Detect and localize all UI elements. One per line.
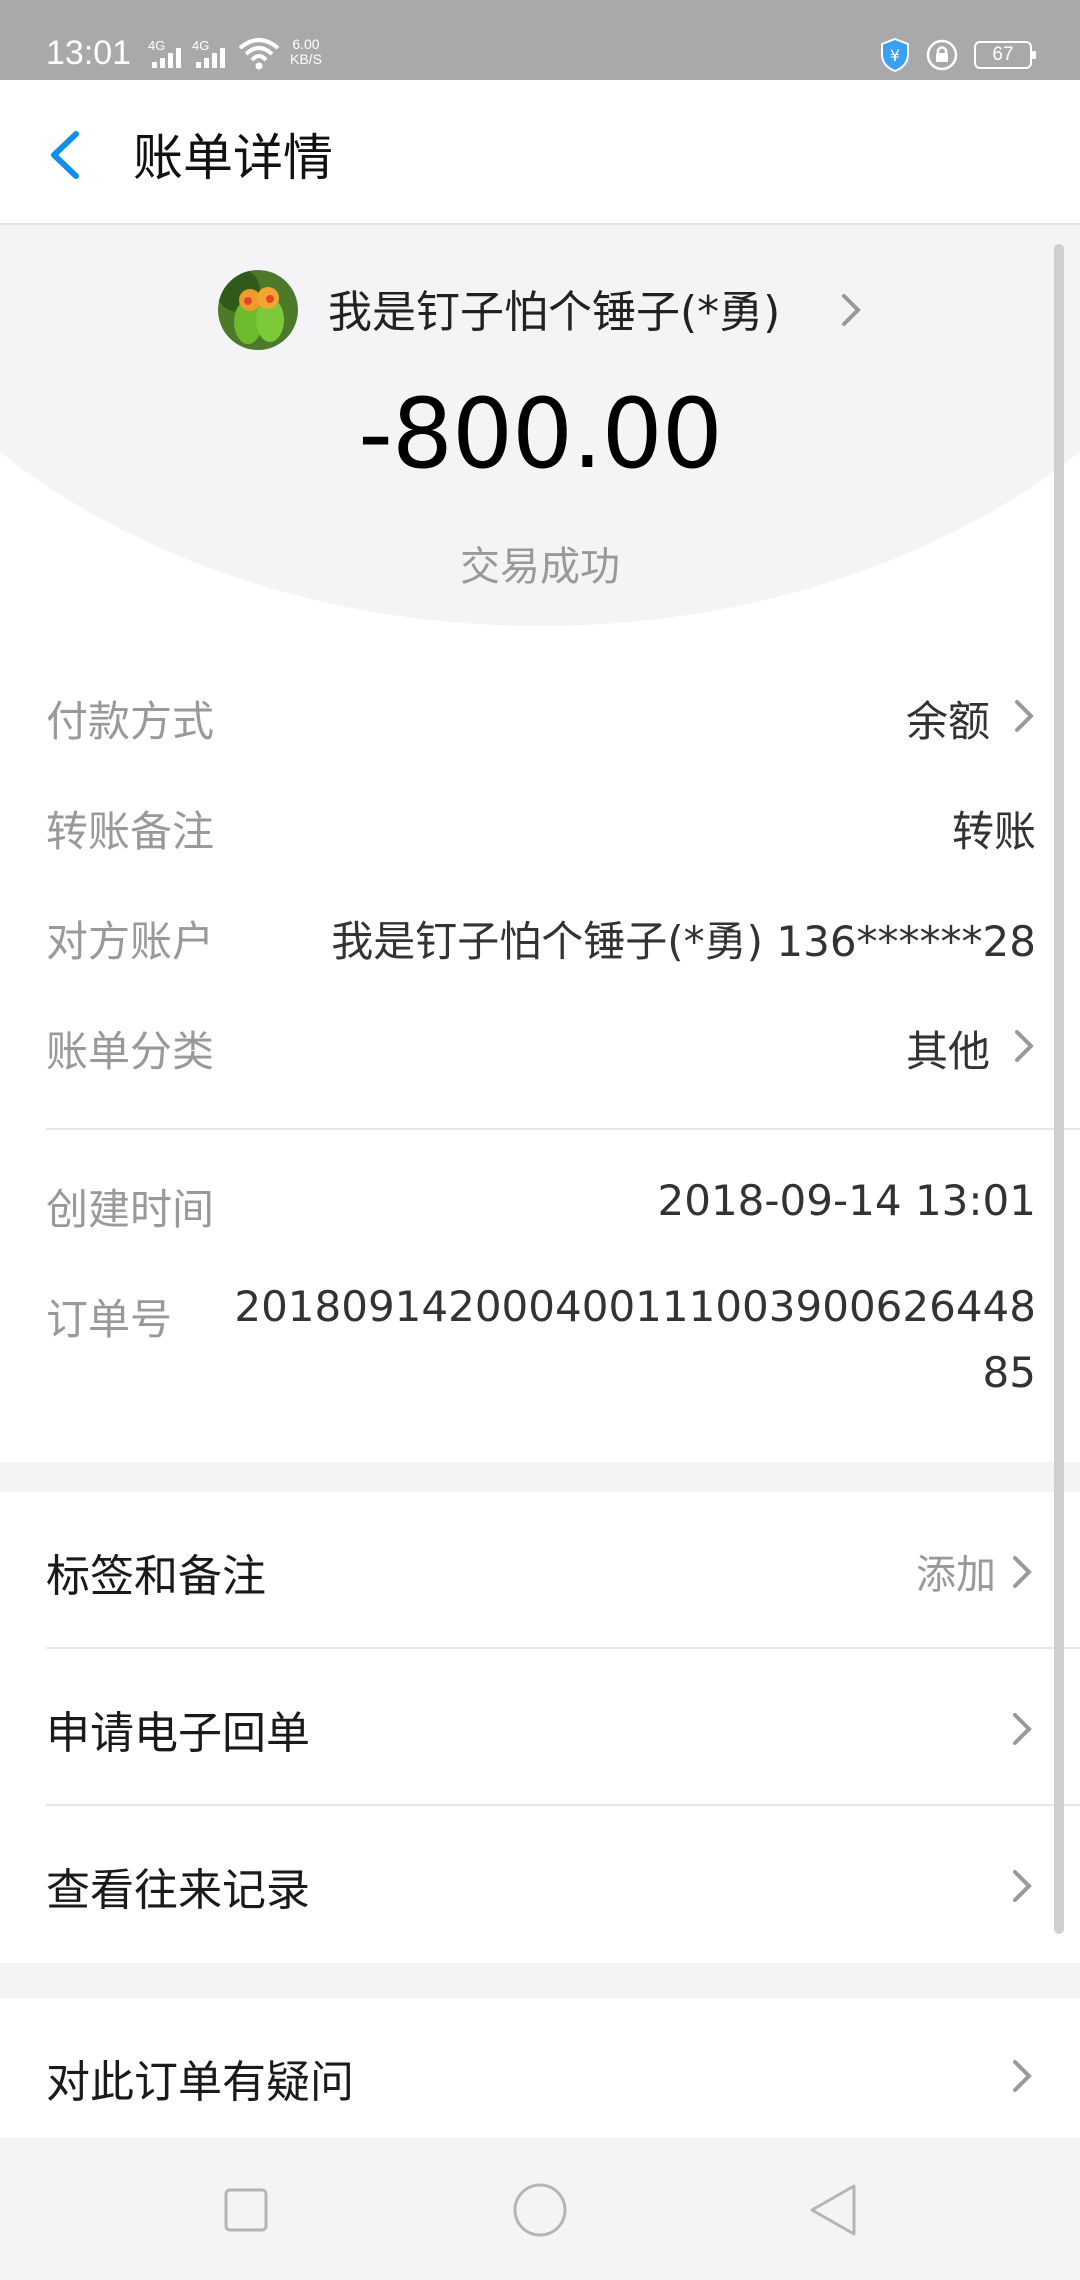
network-speed: 6.00 KB/S [290, 37, 322, 67]
transaction-history-item[interactable]: 查看往来记录 [0, 1806, 1080, 1963]
e-receipt-item[interactable]: 申请电子回单 [0, 1649, 1080, 1806]
battery-indicator: 67 [974, 41, 1036, 69]
counterparty-label: 对方账户 [46, 917, 215, 966]
tags-and-notes-item[interactable]: 标签和备注 添加 [0, 1492, 1080, 1649]
transaction-amount: -800.00 [358, 378, 723, 490]
order-question-item[interactable]: 对此订单有疑问 [0, 1998, 1080, 2138]
bill-category-label: 账单分类 [46, 1027, 215, 1076]
action-list: 标签和备注 添加 申请电子回单 查看往来记录 [0, 1492, 1080, 1963]
chevron-right-icon [1013, 1556, 1032, 1588]
chevron-right-icon [1013, 1870, 1032, 1902]
transaction-status: 交易成功 [460, 544, 620, 590]
chevron-right-icon [1015, 700, 1034, 732]
e-receipt-label: 申请电子回单 [46, 1708, 310, 1759]
order-number-label: 订单号 [46, 1295, 173, 1344]
order-number-line-1: 20180914200040011100390062644​8 [234, 1282, 1036, 1331]
transfer-note-value: 转账 [951, 807, 1036, 856]
chevron-right-icon [1015, 1030, 1034, 1062]
scrollbar[interactable] [1054, 244, 1064, 1934]
svg-text:¥: ¥ [890, 46, 900, 65]
status-time: 13:01 [46, 34, 132, 72]
payee-row[interactable]: 我是钉子怕个锤子(*勇) [0, 270, 1080, 360]
order-number-line-2: 85 [982, 1348, 1036, 1397]
chevron-right-icon [1013, 2060, 1032, 2092]
signal-icon-2: 4G [192, 38, 232, 68]
status-bar: 13:01 4G 4G 6.00 KB/S ¥ 67 [0, 0, 1080, 80]
created-time-label: 创建时间 [46, 1185, 215, 1234]
counterparty-value: 我是钉子怕个锤子(*勇) 136******28 [331, 917, 1036, 966]
divider [46, 1128, 1080, 1130]
bill-category-row[interactable]: 账单分类 其他 [46, 1018, 1036, 1078]
page-title: 账单详情 [133, 129, 333, 187]
order-number-value: 20180914200040011100390062644​8 85 [234, 1274, 1036, 1406]
transfer-note-row: 转账备注 转账 [46, 798, 1036, 858]
payment-method-value: 余额 [905, 697, 990, 746]
system-nav-bar [0, 2138, 1080, 2280]
speed-value: 6.00 [292, 36, 320, 52]
transfer-note-label: 转账备注 [46, 807, 215, 856]
bill-detail-card: 我是钉子怕个锤子(*勇) -800.00 交易成功 付款方式 余额 转账备注 转… [0, 226, 1080, 1462]
wifi-icon [238, 38, 280, 70]
order-question-label: 对此订单有疑问 [46, 2057, 354, 2108]
tags-and-notes-label: 标签和备注 [46, 1551, 266, 1602]
chevron-right-icon [1013, 1713, 1032, 1745]
signal-icon: 4G [148, 38, 188, 68]
chevron-right-icon [842, 294, 861, 326]
recent-apps-icon[interactable] [216, 2180, 276, 2240]
payment-method-label: 付款方式 [46, 697, 215, 746]
app-header: 账单详情 [0, 80, 1080, 225]
payee-name: 我是钉子怕个锤子(*勇) [328, 287, 781, 338]
counterparty-row: 对方账户 我是钉子怕个锤子(*勇) 136******28 [46, 908, 1036, 968]
avatar [218, 270, 298, 350]
speed-unit: KB/S [290, 51, 322, 67]
payment-method-row[interactable]: 付款方式 余额 [46, 688, 1036, 748]
home-icon[interactable] [510, 2180, 570, 2240]
bill-category-value: 其他 [905, 1027, 990, 1076]
created-time-value: 2018-09-14 13:01 [657, 1176, 1036, 1225]
back-arrow-icon[interactable] [40, 120, 100, 190]
add-hint: 添加 [916, 1552, 996, 1598]
created-time-row: 创建时间 2018-09-14 13:01 [46, 1176, 1036, 1236]
transaction-history-label: 查看往来记录 [46, 1865, 310, 1916]
security-shield-icon: ¥ [881, 38, 909, 72]
order-number-row: 订单号 20180914200040011100390062644​8 85 [46, 1282, 1036, 1426]
back-triangle-icon[interactable] [804, 2180, 864, 2240]
lock-icon [926, 39, 958, 71]
